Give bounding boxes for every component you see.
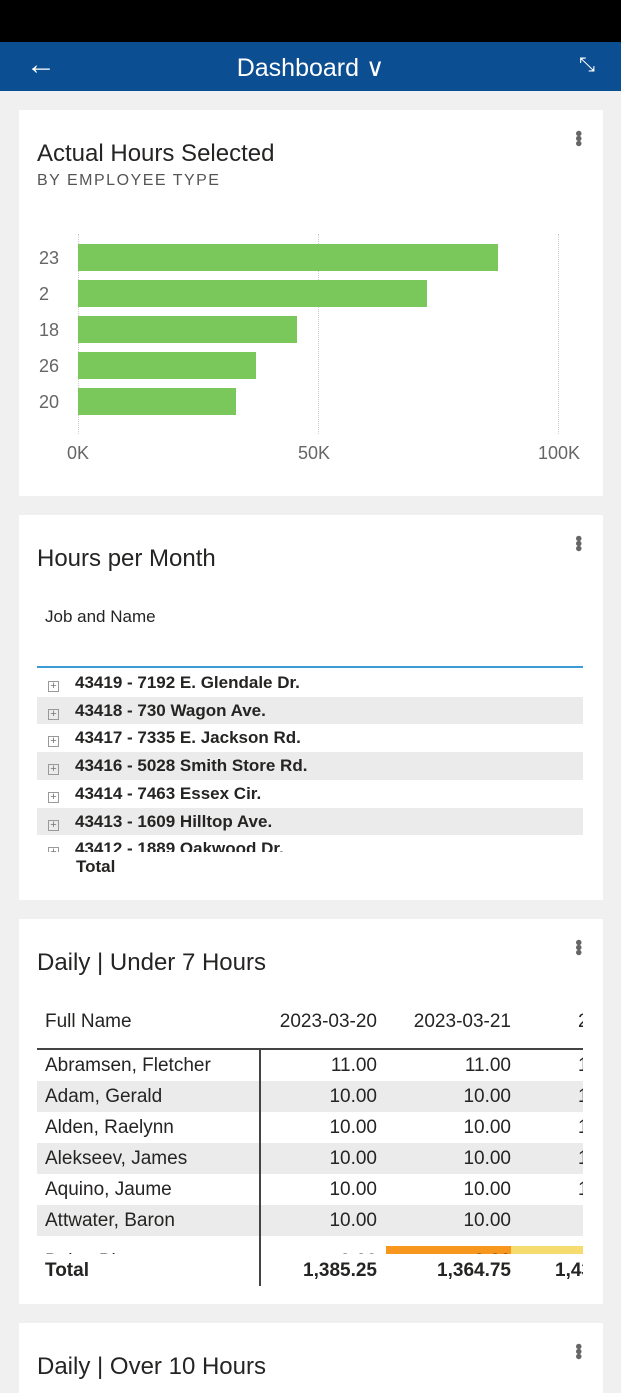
table-cell: 10.00 [463,1148,511,1169]
table-cell: 10.00 [329,1086,377,1107]
table-cell: 1 [578,1112,583,1143]
expand-icon[interactable]: + [48,819,59,831]
more-options-icon[interactable]: ••• [567,535,589,550]
table-cell: Aquino, Jaume [45,1179,172,1200]
card-title: Hours per Month [37,545,216,572]
more-options-icon[interactable]: ••• [567,939,589,954]
more-options-icon[interactable]: ••• [567,1343,589,1358]
table-cell: 10.00 [329,1117,377,1138]
table-cell: Baier, Blaze [45,1246,146,1254]
table-cell: Adam, Gerald [45,1086,163,1107]
total-label: Total [76,857,116,876]
table-cell: 11.00 [464,1055,511,1076]
card-title: Daily | Under 7 Hours [37,949,266,976]
bar[interactable] [78,388,237,415]
expand-icon[interactable]: + [48,847,59,852]
table-cell: 3.00 [474,1246,511,1254]
card-daily-under-7: ••• Daily | Under 7 Hours Full Name 2023… [19,919,603,1304]
table-cell: 11.00 [330,1055,377,1076]
app-header: ← Dashboard ∨ ⤡ [0,42,621,91]
table-cell: 10.00 [329,1148,377,1169]
table-row: Alekseev, James 10.00 10.00 1 [37,1143,583,1174]
more-options-icon[interactable]: ••• [567,130,589,145]
job-name: 43412 - 1889 Oakwood Dr. [75,839,284,852]
table-cell: 10.00 [463,1086,511,1107]
table-row: Aquino, Jaume 10.00 10.00 1 [37,1174,583,1205]
card-hours-per-month: ••• Hours per Month Job and Name +43419 … [19,515,603,900]
table-cell: Alden, Raelynn [45,1117,174,1138]
table-row: Attwater, Baron 10.00 10.00 [37,1205,583,1236]
column-divider [259,1050,261,1286]
table-cell: 10.00 [463,1117,511,1138]
expand-icon[interactable]: + [48,764,59,776]
table-header: Full Name 2023-03-20 2023-03-21 2023-0 [45,1011,583,1032]
expand-icon[interactable]: + [48,708,59,720]
job-name: 43419 - 7192 E. Glendale Dr. [75,673,300,692]
list-item[interactable]: +43417 - 7335 E. Jackson Rd. [37,724,583,752]
table-row: Abramsen, Fletcher 11.00 11.00 1 [37,1050,583,1081]
card-subtitle: BY EMPLOYEE TYPE [37,172,221,189]
table-cell: 10.00 [463,1210,511,1231]
table-cell: Abramsen, Fletcher [45,1055,211,1076]
list-item[interactable]: +43416 - 5028 Smith Store Rd. [37,752,583,780]
bar[interactable] [78,280,427,307]
collapse-icon[interactable]: ⤡ [579,54,595,77]
bar[interactable] [78,352,256,379]
list-item[interactable]: +43413 - 1609 Hilltop Ave. [37,807,583,835]
table-row: Baier, Blaze 9.00 3.00 [37,1246,583,1254]
y-tick-label: 23 [39,248,60,268]
x-tick-label: 100K [538,443,581,463]
list-item[interactable]: +43414 - 7463 Essex Cir. [37,780,583,808]
x-tick-label: 50K [298,443,331,463]
table-row: Adam, Gerald 10.00 10.00 1 [37,1081,583,1112]
table-cell: 10.00 [463,1179,511,1200]
status-bar [0,0,621,42]
header-divider [37,666,583,668]
gridline [558,234,559,434]
card-title: Daily | Over 10 Hours [37,1353,266,1380]
card-title: Actual Hours Selected [37,140,275,167]
list-item[interactable]: +43412 - 1889 Oakwood Dr. [37,835,583,852]
list-item[interactable]: +43419 - 7192 E. Glendale Dr. [37,669,583,697]
bar[interactable] [78,316,297,343]
job-name: 43417 - 7335 E. Jackson Rd. [75,728,301,748]
total-row: Total 1,385.25 1,364.75 1,43 [45,1260,583,1281]
job-name: 43416 - 5028 Smith Store Rd. [75,756,308,776]
y-tick-label: 2 [39,284,50,304]
table-cell: 1 [578,1143,583,1174]
job-name: 43414 - 7463 Essex Cir. [75,783,262,803]
expand-icon[interactable]: + [48,736,59,748]
x-tick-label: 0K [67,443,90,463]
table-row: Alden, Raelynn 10.00 10.00 1 [37,1112,583,1143]
table-cell: 10.00 [329,1210,377,1231]
table-cell: 9.00 [340,1246,377,1254]
y-tick-label: 18 [39,320,60,340]
page-title-dropdown[interactable]: Dashboard ∨ [0,53,621,83]
expand-icon[interactable]: + [48,681,59,692]
table-cell: Alekseev, James [45,1148,188,1169]
highlight-cell [511,1246,583,1254]
card-actual-hours: ••• Actual Hours Selected BY EMPLOYEE TY… [19,110,603,496]
card-daily-over-10: ••• Daily | Over 10 Hours [19,1323,603,1393]
y-tick-label: 26 [39,356,60,376]
table-cell: 1 [578,1050,583,1081]
table-cell: Attwater, Baron [45,1210,175,1231]
table-cell: 10.00 [329,1179,377,1200]
job-name: 43418 - 730 Wagon Ave. [75,700,266,720]
table-cell: 1 [578,1174,583,1205]
list-item[interactable]: +43418 - 730 Wagon Ave. [37,696,583,725]
y-tick-label: 20 [39,392,60,412]
column-header: Job and Name [45,607,156,626]
expand-icon[interactable]: + [48,791,59,803]
job-name: 43413 - 1609 Hilltop Ave. [75,811,273,831]
table-cell: 1 [578,1081,583,1112]
bar[interactable] [78,244,498,271]
